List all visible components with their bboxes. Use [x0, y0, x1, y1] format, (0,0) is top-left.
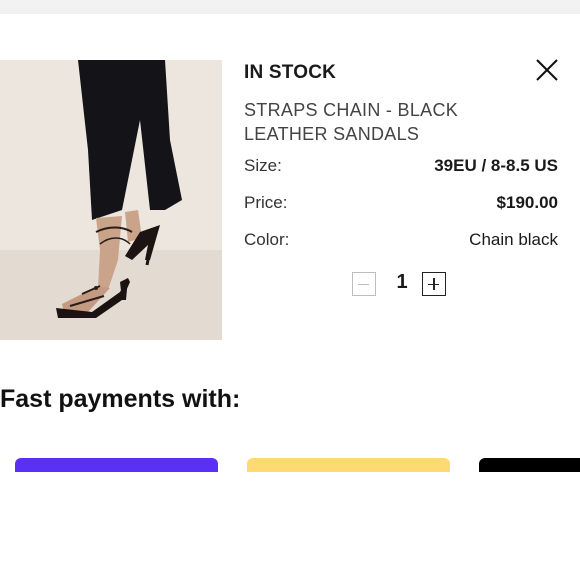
- product-image: [0, 60, 222, 340]
- increase-quantity-button[interactable]: [422, 272, 446, 296]
- payment-option-1[interactable]: [15, 458, 218, 472]
- top-bar: [0, 0, 580, 14]
- quantity-value: 1: [396, 271, 408, 293]
- payment-option-2[interactable]: [247, 458, 450, 472]
- price-row: Price: $190.00: [244, 193, 558, 217]
- size-row: Size: 39EU / 8-8.5 US: [244, 156, 558, 180]
- color-label: Color:: [244, 230, 290, 249]
- quantity-stepper: 1: [352, 270, 452, 298]
- color-value: Chain black: [469, 230, 558, 249]
- product-name: STRAPS CHAIN - BLACK LEATHER SANDALS: [244, 100, 459, 144]
- payment-option-3[interactable]: [479, 458, 580, 472]
- price-value: $190.00: [496, 193, 558, 212]
- close-icon: [536, 59, 558, 81]
- size-value: 39EU / 8-8.5 US: [434, 156, 558, 175]
- color-row: Color: Chain black: [244, 230, 558, 254]
- decrease-quantity-button[interactable]: [352, 272, 376, 296]
- close-button[interactable]: [533, 56, 561, 84]
- fast-payments-title: Fast payments with:: [0, 385, 241, 413]
- stock-status: IN STOCK: [244, 62, 337, 83]
- price-label: Price:: [244, 193, 288, 212]
- size-label: Size:: [244, 156, 282, 175]
